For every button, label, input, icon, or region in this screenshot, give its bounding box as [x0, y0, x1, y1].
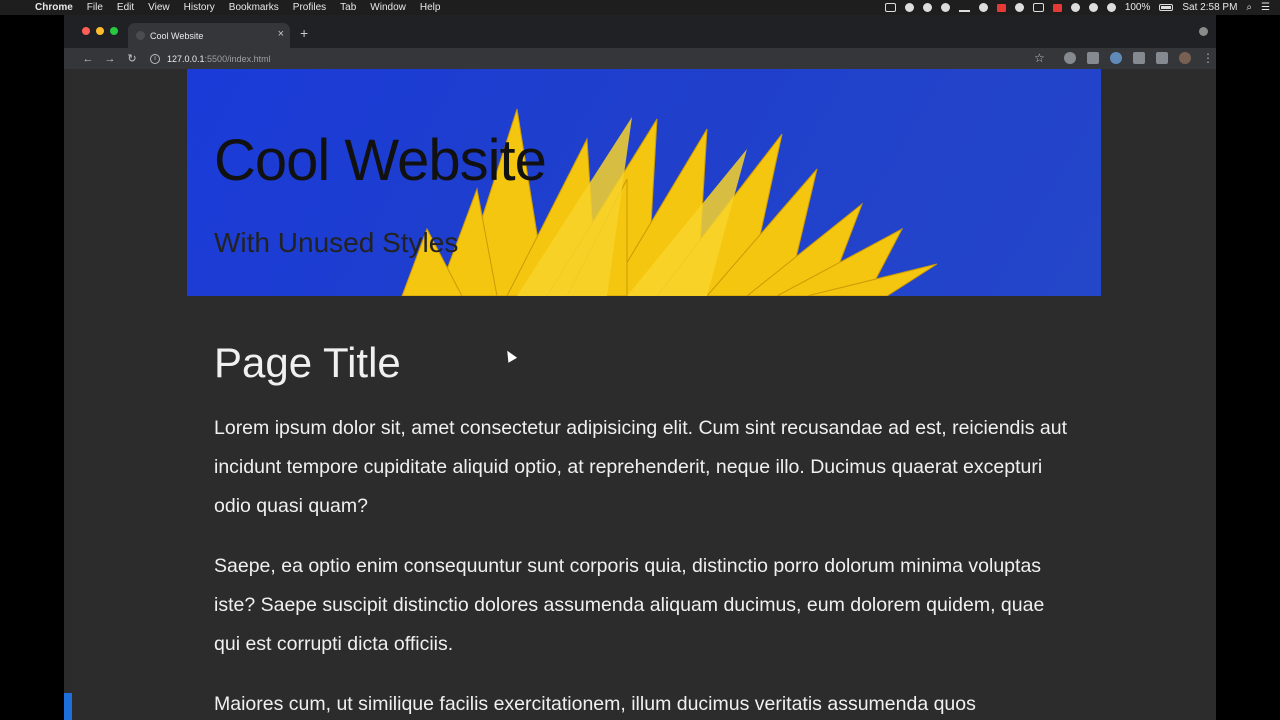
hero-title: Cool Website: [214, 128, 547, 193]
browser-window: Cool Website × + ← → ↻ i 127.0.0.1:5500/…: [64, 15, 1216, 720]
paragraph: Saepe, ea optio enim consequuntur sunt c…: [214, 555, 1045, 655]
hero-subtitle: With Unused Styles: [214, 227, 459, 258]
paragraph: Lorem ipsum dolor sit, amet consectetur …: [214, 417, 1067, 517]
menu-help[interactable]: Help: [413, 0, 448, 15]
window-minimize-button[interactable]: [96, 27, 104, 35]
wifi-icon[interactable]: [1088, 3, 1098, 12]
tab-strip: Cool Website × +: [64, 15, 1216, 48]
cloud-icon[interactable]: [940, 3, 950, 12]
window-zoom-button[interactable]: [110, 27, 118, 35]
tab-title: Cool Website: [150, 30, 204, 41]
address-bar[interactable]: i 127.0.0.1:5500/index.html: [150, 48, 1050, 69]
battery-percent: 100%: [1124, 2, 1151, 13]
network-icon[interactable]: [1014, 3, 1024, 12]
flag-icon[interactable]: [996, 3, 1006, 12]
menu-history[interactable]: History: [177, 0, 222, 15]
page-viewport: Cool Website With Unused Styles Page Tit…: [72, 69, 1216, 720]
browser-toolbar: ← → ↻ i 127.0.0.1:5500/index.html ☆ ⋮: [64, 48, 1216, 69]
reload-button[interactable]: ↻: [121, 52, 143, 65]
url-host: 127.0.0.1: [167, 53, 205, 64]
control-center-icon[interactable]: ☰: [1261, 2, 1270, 13]
tab-cool-website[interactable]: Cool Website ×: [128, 23, 290, 48]
mac-menu-bar: Chrome File Edit View History Bookmarks …: [0, 0, 1280, 15]
menu-tab[interactable]: Tab: [333, 0, 363, 15]
malwarebytes-icon[interactable]: [978, 3, 988, 12]
menu-bookmarks[interactable]: Bookmarks: [222, 0, 286, 15]
hero-banner: Cool Website With Unused Styles: [187, 69, 1101, 296]
menu-window[interactable]: Window: [363, 0, 413, 15]
reading-list-icon[interactable]: [1156, 52, 1168, 64]
menu-edit[interactable]: Edit: [110, 0, 141, 15]
extensions-bar: ⋮: [1064, 52, 1214, 64]
screen-record-icon[interactable]: [884, 3, 896, 12]
url-path: :5500/index.html: [204, 53, 271, 64]
airplay-icon[interactable]: [1032, 3, 1044, 12]
canada-flag-icon[interactable]: [1052, 3, 1062, 12]
forward-button[interactable]: →: [99, 53, 121, 65]
puzzle-extensions-icon[interactable]: [1133, 52, 1145, 64]
battery-icon[interactable]: [1159, 4, 1174, 11]
sync-icon[interactable]: [922, 3, 932, 12]
favicon-icon: [136, 31, 145, 40]
bluetooth-icon[interactable]: [1070, 3, 1080, 12]
page-title: Page Title: [214, 339, 401, 386]
bookmark-star-icon[interactable]: ☆: [1034, 51, 1045, 65]
location-icon[interactable]: [904, 3, 914, 12]
volume-icon[interactable]: [1106, 3, 1116, 12]
browser-menu-icon[interactable]: ⋮: [1202, 52, 1214, 64]
menu-app-name[interactable]: Chrome: [28, 0, 80, 15]
tab-search-icon[interactable]: [1199, 27, 1208, 36]
menu-clock[interactable]: Sat 2:58 PM: [1182, 2, 1237, 13]
extension-circle-icon[interactable]: [1110, 52, 1122, 64]
profile-avatar[interactable]: [1179, 52, 1191, 64]
tab-close-icon[interactable]: ×: [278, 28, 284, 40]
menu-file[interactable]: File: [80, 0, 110, 15]
extension-box-icon[interactable]: [1087, 52, 1099, 64]
back-button[interactable]: ←: [77, 53, 99, 65]
window-close-button[interactable]: [82, 27, 90, 35]
dock-edge: [64, 693, 72, 720]
spotlight-search-icon[interactable]: ⌕: [1246, 2, 1252, 13]
page-content: Page Title Lorem ipsum dolor sit, amet c…: [214, 339, 1074, 720]
menu-profiles[interactable]: Profiles: [286, 0, 333, 15]
pen-icon[interactable]: [958, 3, 970, 12]
paragraph: Maiores cum, ut similique facilis exerci…: [214, 693, 976, 715]
new-tab-button[interactable]: +: [300, 25, 308, 41]
site-info-icon[interactable]: i: [150, 53, 160, 64]
react-devtools-icon[interactable]: [1064, 52, 1076, 64]
menu-view[interactable]: View: [141, 0, 177, 15]
